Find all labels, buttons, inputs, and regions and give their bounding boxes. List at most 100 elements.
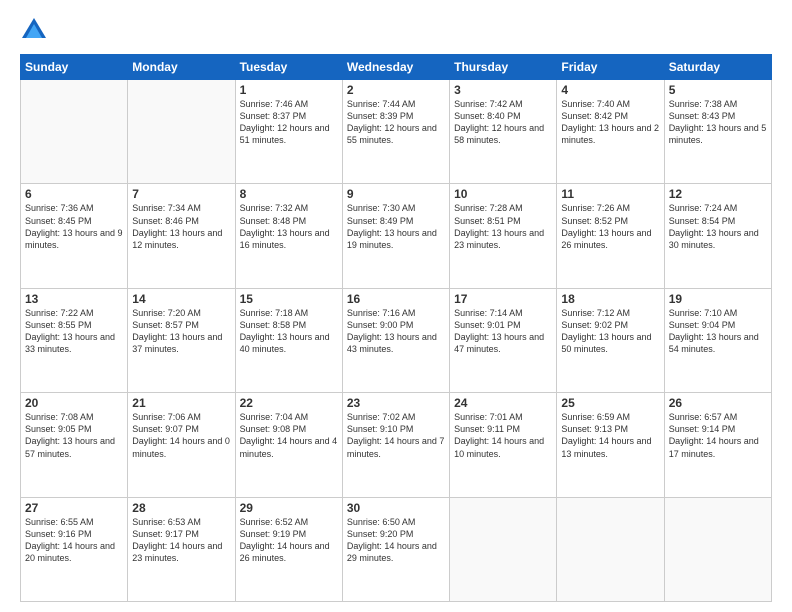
week-row-5: 27Sunrise: 6:55 AM Sunset: 9:16 PM Dayli… bbox=[21, 497, 772, 601]
day-info: Sunrise: 6:59 AM Sunset: 9:13 PM Dayligh… bbox=[561, 411, 659, 460]
day-number: 11 bbox=[561, 187, 659, 201]
day-cell: 24Sunrise: 7:01 AM Sunset: 9:11 PM Dayli… bbox=[450, 393, 557, 497]
col-header-friday: Friday bbox=[557, 55, 664, 80]
day-cell: 10Sunrise: 7:28 AM Sunset: 8:51 PM Dayli… bbox=[450, 184, 557, 288]
day-info: Sunrise: 6:55 AM Sunset: 9:16 PM Dayligh… bbox=[25, 516, 123, 565]
day-cell bbox=[450, 497, 557, 601]
col-header-thursday: Thursday bbox=[450, 55, 557, 80]
day-info: Sunrise: 7:06 AM Sunset: 9:07 PM Dayligh… bbox=[132, 411, 230, 460]
day-cell: 21Sunrise: 7:06 AM Sunset: 9:07 PM Dayli… bbox=[128, 393, 235, 497]
day-info: Sunrise: 7:32 AM Sunset: 8:48 PM Dayligh… bbox=[240, 202, 338, 251]
day-cell: 22Sunrise: 7:04 AM Sunset: 9:08 PM Dayli… bbox=[235, 393, 342, 497]
day-cell: 18Sunrise: 7:12 AM Sunset: 9:02 PM Dayli… bbox=[557, 288, 664, 392]
day-number: 1 bbox=[240, 83, 338, 97]
day-cell: 14Sunrise: 7:20 AM Sunset: 8:57 PM Dayli… bbox=[128, 288, 235, 392]
day-info: Sunrise: 7:36 AM Sunset: 8:45 PM Dayligh… bbox=[25, 202, 123, 251]
day-cell: 29Sunrise: 6:52 AM Sunset: 9:19 PM Dayli… bbox=[235, 497, 342, 601]
week-row-1: 1Sunrise: 7:46 AM Sunset: 8:37 PM Daylig… bbox=[21, 80, 772, 184]
day-number: 24 bbox=[454, 396, 552, 410]
day-cell: 6Sunrise: 7:36 AM Sunset: 8:45 PM Daylig… bbox=[21, 184, 128, 288]
day-info: Sunrise: 7:38 AM Sunset: 8:43 PM Dayligh… bbox=[669, 98, 767, 147]
day-cell: 12Sunrise: 7:24 AM Sunset: 8:54 PM Dayli… bbox=[664, 184, 771, 288]
day-number: 22 bbox=[240, 396, 338, 410]
day-info: Sunrise: 7:24 AM Sunset: 8:54 PM Dayligh… bbox=[669, 202, 767, 251]
day-number: 25 bbox=[561, 396, 659, 410]
day-cell: 3Sunrise: 7:42 AM Sunset: 8:40 PM Daylig… bbox=[450, 80, 557, 184]
day-info: Sunrise: 7:18 AM Sunset: 8:58 PM Dayligh… bbox=[240, 307, 338, 356]
col-header-saturday: Saturday bbox=[664, 55, 771, 80]
day-cell: 16Sunrise: 7:16 AM Sunset: 9:00 PM Dayli… bbox=[342, 288, 449, 392]
day-info: Sunrise: 7:10 AM Sunset: 9:04 PM Dayligh… bbox=[669, 307, 767, 356]
day-number: 16 bbox=[347, 292, 445, 306]
header bbox=[20, 16, 772, 44]
col-header-sunday: Sunday bbox=[21, 55, 128, 80]
day-info: Sunrise: 7:46 AM Sunset: 8:37 PM Dayligh… bbox=[240, 98, 338, 147]
day-number: 2 bbox=[347, 83, 445, 97]
day-number: 18 bbox=[561, 292, 659, 306]
day-info: Sunrise: 6:57 AM Sunset: 9:14 PM Dayligh… bbox=[669, 411, 767, 460]
day-number: 23 bbox=[347, 396, 445, 410]
day-cell: 26Sunrise: 6:57 AM Sunset: 9:14 PM Dayli… bbox=[664, 393, 771, 497]
day-cell: 27Sunrise: 6:55 AM Sunset: 9:16 PM Dayli… bbox=[21, 497, 128, 601]
week-row-2: 6Sunrise: 7:36 AM Sunset: 8:45 PM Daylig… bbox=[21, 184, 772, 288]
day-number: 30 bbox=[347, 501, 445, 515]
week-row-3: 13Sunrise: 7:22 AM Sunset: 8:55 PM Dayli… bbox=[21, 288, 772, 392]
day-cell: 17Sunrise: 7:14 AM Sunset: 9:01 PM Dayli… bbox=[450, 288, 557, 392]
day-number: 15 bbox=[240, 292, 338, 306]
day-cell: 4Sunrise: 7:40 AM Sunset: 8:42 PM Daylig… bbox=[557, 80, 664, 184]
day-info: Sunrise: 7:42 AM Sunset: 8:40 PM Dayligh… bbox=[454, 98, 552, 147]
day-number: 9 bbox=[347, 187, 445, 201]
day-number: 13 bbox=[25, 292, 123, 306]
day-cell: 28Sunrise: 6:53 AM Sunset: 9:17 PM Dayli… bbox=[128, 497, 235, 601]
day-info: Sunrise: 7:40 AM Sunset: 8:42 PM Dayligh… bbox=[561, 98, 659, 147]
day-info: Sunrise: 7:12 AM Sunset: 9:02 PM Dayligh… bbox=[561, 307, 659, 356]
day-cell: 8Sunrise: 7:32 AM Sunset: 8:48 PM Daylig… bbox=[235, 184, 342, 288]
col-header-wednesday: Wednesday bbox=[342, 55, 449, 80]
day-info: Sunrise: 7:44 AM Sunset: 8:39 PM Dayligh… bbox=[347, 98, 445, 147]
day-info: Sunrise: 7:26 AM Sunset: 8:52 PM Dayligh… bbox=[561, 202, 659, 251]
calendar-header-row: SundayMondayTuesdayWednesdayThursdayFrid… bbox=[21, 55, 772, 80]
day-number: 28 bbox=[132, 501, 230, 515]
day-info: Sunrise: 7:22 AM Sunset: 8:55 PM Dayligh… bbox=[25, 307, 123, 356]
day-cell: 1Sunrise: 7:46 AM Sunset: 8:37 PM Daylig… bbox=[235, 80, 342, 184]
logo-icon bbox=[20, 16, 48, 44]
day-number: 19 bbox=[669, 292, 767, 306]
day-number: 17 bbox=[454, 292, 552, 306]
col-header-monday: Monday bbox=[128, 55, 235, 80]
day-number: 5 bbox=[669, 83, 767, 97]
day-number: 29 bbox=[240, 501, 338, 515]
day-cell bbox=[557, 497, 664, 601]
day-info: Sunrise: 6:50 AM Sunset: 9:20 PM Dayligh… bbox=[347, 516, 445, 565]
day-number: 3 bbox=[454, 83, 552, 97]
day-number: 4 bbox=[561, 83, 659, 97]
day-cell: 7Sunrise: 7:34 AM Sunset: 8:46 PM Daylig… bbox=[128, 184, 235, 288]
day-number: 21 bbox=[132, 396, 230, 410]
day-info: Sunrise: 7:14 AM Sunset: 9:01 PM Dayligh… bbox=[454, 307, 552, 356]
day-info: Sunrise: 7:20 AM Sunset: 8:57 PM Dayligh… bbox=[132, 307, 230, 356]
day-info: Sunrise: 6:53 AM Sunset: 9:17 PM Dayligh… bbox=[132, 516, 230, 565]
day-cell: 11Sunrise: 7:26 AM Sunset: 8:52 PM Dayli… bbox=[557, 184, 664, 288]
day-cell: 23Sunrise: 7:02 AM Sunset: 9:10 PM Dayli… bbox=[342, 393, 449, 497]
day-info: Sunrise: 7:34 AM Sunset: 8:46 PM Dayligh… bbox=[132, 202, 230, 251]
col-header-tuesday: Tuesday bbox=[235, 55, 342, 80]
day-number: 14 bbox=[132, 292, 230, 306]
day-cell: 9Sunrise: 7:30 AM Sunset: 8:49 PM Daylig… bbox=[342, 184, 449, 288]
calendar-table: SundayMondayTuesdayWednesdayThursdayFrid… bbox=[20, 54, 772, 602]
day-cell: 19Sunrise: 7:10 AM Sunset: 9:04 PM Dayli… bbox=[664, 288, 771, 392]
day-info: Sunrise: 7:28 AM Sunset: 8:51 PM Dayligh… bbox=[454, 202, 552, 251]
day-cell: 25Sunrise: 6:59 AM Sunset: 9:13 PM Dayli… bbox=[557, 393, 664, 497]
day-cell: 2Sunrise: 7:44 AM Sunset: 8:39 PM Daylig… bbox=[342, 80, 449, 184]
day-number: 10 bbox=[454, 187, 552, 201]
day-cell: 5Sunrise: 7:38 AM Sunset: 8:43 PM Daylig… bbox=[664, 80, 771, 184]
day-cell bbox=[21, 80, 128, 184]
day-number: 6 bbox=[25, 187, 123, 201]
day-number: 7 bbox=[132, 187, 230, 201]
week-row-4: 20Sunrise: 7:08 AM Sunset: 9:05 PM Dayli… bbox=[21, 393, 772, 497]
day-number: 8 bbox=[240, 187, 338, 201]
day-number: 27 bbox=[25, 501, 123, 515]
day-cell bbox=[128, 80, 235, 184]
day-info: Sunrise: 6:52 AM Sunset: 9:19 PM Dayligh… bbox=[240, 516, 338, 565]
day-info: Sunrise: 7:02 AM Sunset: 9:10 PM Dayligh… bbox=[347, 411, 445, 460]
day-info: Sunrise: 7:04 AM Sunset: 9:08 PM Dayligh… bbox=[240, 411, 338, 460]
day-info: Sunrise: 7:01 AM Sunset: 9:11 PM Dayligh… bbox=[454, 411, 552, 460]
